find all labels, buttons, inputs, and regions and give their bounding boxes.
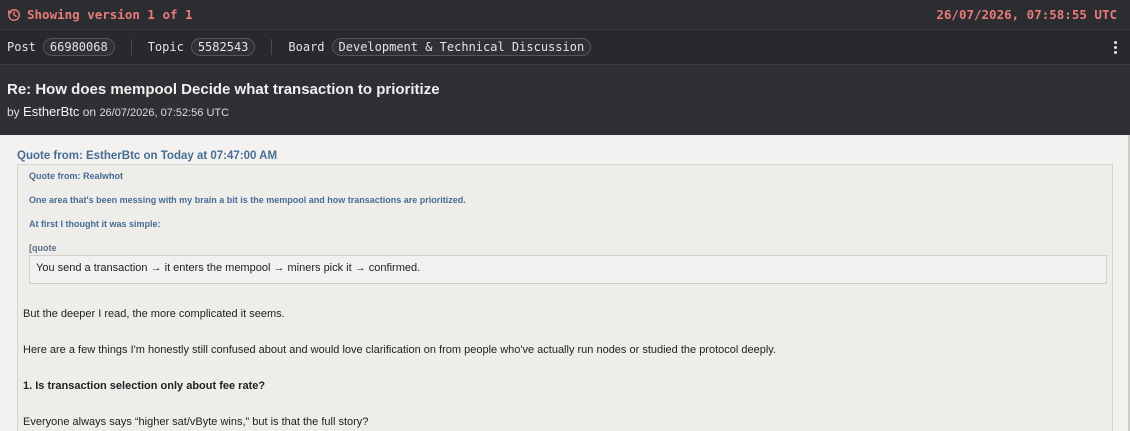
post-header: Re: How does mempool Decide what transac… (0, 65, 1130, 135)
post-title: Re: How does mempool Decide what transac… (7, 81, 440, 98)
post-meta: Post 66980068 (7, 38, 115, 56)
by-label: by (7, 105, 20, 119)
version-timestamp: 26/07/2026, 07:58:55 UTC (936, 7, 1117, 22)
quote-text: [quote (29, 243, 57, 253)
post-label: Post (7, 40, 36, 54)
board-label: Board (288, 40, 325, 54)
divider (271, 39, 273, 55)
post-body: Quote from: EstherBtc on Today at 07:47:… (0, 135, 1130, 431)
divider (130, 39, 132, 55)
body-paragraph: Here are a few things I'm honestly still… (23, 344, 777, 356)
on-label: on (82, 105, 97, 119)
board-name-badge[interactable]: Development & Technical Discussion (331, 38, 592, 56)
post-meta-bar: Post 66980068 Topic 5582543 Board Develo… (0, 29, 1130, 65)
history-icon (7, 8, 20, 21)
inner-quote-header[interactable]: Quote from: Realwhot (29, 171, 123, 181)
author-link[interactable]: EstherBtc (23, 104, 79, 119)
quote-text: One area that's been messing with my bra… (29, 195, 466, 205)
body-paragraph: Everyone always says “higher sat/vByte w… (23, 416, 369, 428)
topic-id-badge[interactable]: 5582543 (190, 38, 256, 56)
quote-text: At first I thought it was simple: (29, 219, 161, 229)
version-bar: Showing version 1 of 1 26/07/2026, 07:58… (0, 0, 1130, 29)
body-paragraph: But the deeper I read, the more complica… (23, 308, 285, 320)
outer-quote-header[interactable]: Quote from: EstherBtc on Today at 07:47:… (17, 150, 277, 162)
board-meta: Board Development & Technical Discussion (288, 38, 592, 56)
topic-label: Topic (147, 40, 184, 54)
post-byline: by EstherBtc on 26/07/2026, 07:52:56 UTC (7, 104, 1123, 119)
version-text: Showing version 1 of 1 (27, 7, 193, 22)
post-time: 26/07/2026, 07:52:56 UTC (99, 107, 230, 119)
kebab-menu-icon[interactable] (1107, 37, 1123, 57)
nested-quote-box: You send a transaction → it enters the m… (29, 255, 1107, 284)
topic-meta: Topic 5582543 (148, 38, 256, 56)
body-heading: 1. Is transaction selection only about f… (23, 380, 266, 392)
version-info: Showing version 1 of 1 (7, 7, 193, 22)
post-id-badge[interactable]: 66980068 (42, 38, 115, 56)
